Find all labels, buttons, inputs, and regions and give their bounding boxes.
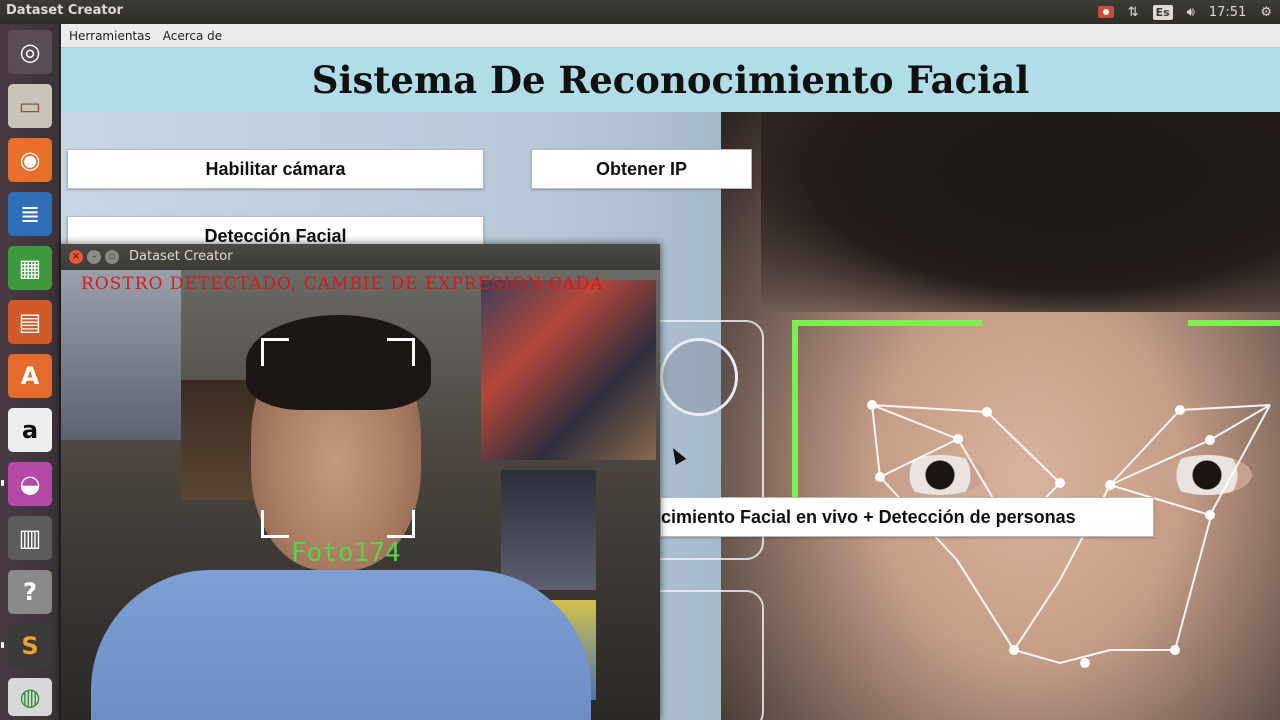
get-ip-button[interactable]: Obtener IP [531,149,752,189]
workspaces-icon[interactable]: ▥ [8,516,52,560]
help-icon[interactable]: ? [8,570,52,614]
face-box-corner-tl [261,338,289,366]
wall-posters [481,280,656,460]
face-box-corner-br [387,510,415,538]
maximize-icon[interactable]: ▫ [105,250,119,264]
firefox-icon[interactable]: ◉ [8,138,52,182]
camera-window-titlebar[interactable]: × – ▫ Dataset Creator [61,244,660,270]
face-detected-warning: ROSTRO DETECTADO, CAMBIE DE EXPRESION CA… [81,274,604,294]
live-recognition-button[interactable]: cimiento Facial en vivo + Detección de p… [660,497,1154,537]
running-indicator [1,642,4,648]
face-mesh-overlay [867,400,1271,668]
impress-icon[interactable]: ▤ [8,300,52,344]
enable-camera-button[interactable]: Habilitar cámara [67,149,484,189]
sublime-text-icon[interactable]: S [8,624,52,668]
person-shirt [91,570,591,720]
menu-herramientas[interactable]: Herramientas [69,29,151,43]
active-window-title: Dataset Creator [6,3,123,18]
voice-wave-icon [660,338,738,416]
system-tray: ⇅ Es 🔊︎ 17:51 ⚙ [1097,0,1272,24]
clock[interactable]: 17:51 [1209,5,1246,20]
face-box-corner-bl [261,510,289,538]
camera-feed: ROSTRO DETECTADO, CAMBIE DE EXPRESION CA… [61,270,660,720]
photo-counter-label: Foto174 [291,538,401,568]
amazon-icon[interactable]: a [8,408,52,452]
writer-icon[interactable]: ≣ [8,192,52,236]
network-icon[interactable]: ⇅ [1128,5,1139,20]
file-manager-icon[interactable]: ▭ [8,84,52,128]
menubar: Herramientas Acerca de [61,24,1280,48]
running-indicator [1,480,4,486]
hair-shape [761,112,1280,312]
calc-icon[interactable]: ▦ [8,246,52,290]
close-icon[interactable]: × [69,250,83,264]
settings-gear-icon[interactable]: ⚙ [1260,5,1272,20]
top-panel: Dataset Creator ⇅ Es 🔊︎ 17:51 ⚙ [0,0,1280,24]
batman-poster [501,470,596,590]
launcher: ◎ ▭ ◉ ≣ ▦ ▤ A a ◒ ▥ ? S ◍ [0,24,60,720]
software-center-icon[interactable]: A [8,354,52,398]
camera-window-title: Dataset Creator [129,249,233,264]
chrome-icon[interactable]: ◍ [8,678,52,716]
ubuntu-dash-icon[interactable]: ◎ [8,30,52,74]
page-title: Sistema De Reconocimiento Facial [311,58,1030,102]
menu-acerca-de[interactable]: Acerca de [163,29,222,43]
minimize-icon[interactable]: – [87,250,101,264]
volume-icon[interactable]: 🔊︎ [1187,5,1195,20]
hud-bracket-right [1188,320,1280,330]
video-app-icon[interactable]: ◒ [8,462,52,506]
hanging-clothes [61,270,181,440]
face-box-corner-tr [387,338,415,366]
record-icon[interactable] [1097,6,1114,18]
keyboard-layout-indicator[interactable]: Es [1152,4,1173,20]
dataset-creator-window: × – ▫ Dataset Creator ROSTRO DETECTADO, … [61,244,660,720]
header-banner: Sistema De Reconocimiento Facial [61,48,1280,112]
